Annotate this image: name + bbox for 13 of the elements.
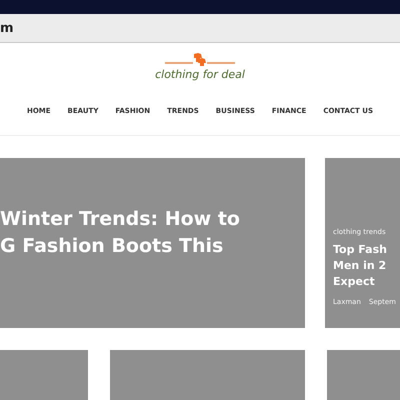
post-card[interactable] <box>110 350 305 400</box>
post-card[interactable] <box>0 350 88 400</box>
post-title[interactable]: Top Fash <box>333 242 400 258</box>
address-bar[interactable]: m <box>0 14 400 43</box>
featured-post-card[interactable]: Winter Trends: How to G Fashion Boots This <box>0 158 305 328</box>
url-text: m <box>0 20 14 36</box>
post-title[interactable]: Expect <box>333 274 400 290</box>
post-card[interactable] <box>327 350 400 400</box>
shirts-logo-icon <box>165 53 235 67</box>
logo-text[interactable]: clothing for deal <box>155 68 245 81</box>
post-title[interactable]: G Fashion Boots This <box>0 233 305 260</box>
post-title[interactable]: Men in 2 <box>333 258 400 274</box>
post-title[interactable]: Winter Trends: How to <box>0 206 305 233</box>
